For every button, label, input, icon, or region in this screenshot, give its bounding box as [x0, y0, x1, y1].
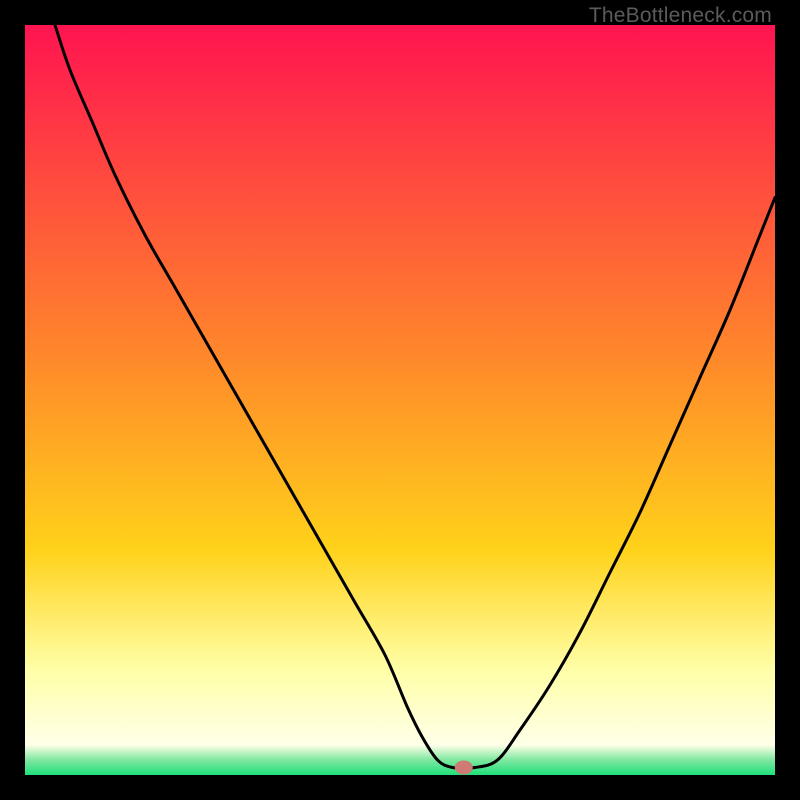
- chart-frame: TheBottleneck.com: [0, 0, 800, 800]
- optimal-marker-icon: [25, 25, 775, 775]
- watermark-text: TheBottleneck.com: [589, 4, 772, 28]
- plot-area: [25, 25, 775, 775]
